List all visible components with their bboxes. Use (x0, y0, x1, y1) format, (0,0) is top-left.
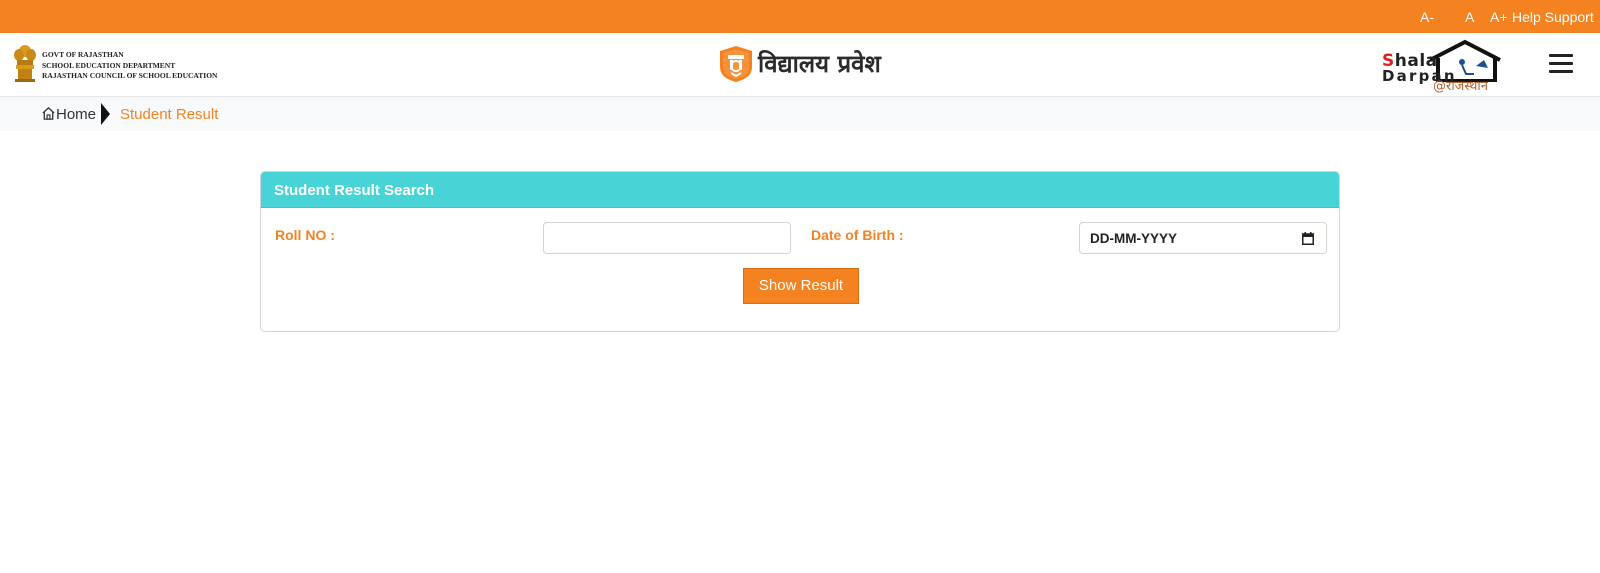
dob-label: Date of Birth : (811, 227, 904, 243)
show-result-button[interactable]: Show Result (743, 268, 859, 304)
vidyalaya-pravesh-logo-icon[interactable] (717, 45, 755, 83)
govt-line-2: SCHOOL EDUCATION DEPARTMENT (42, 60, 176, 70)
govt-text-block: GOVT OF RAJASTHAN SCHOOL EDUCATION DEPAR… (42, 50, 217, 82)
top-bar: A- A A+ Help Support (0, 0, 1600, 33)
dob-value: DD-MM-YYYY (1090, 231, 1177, 246)
font-normal-button[interactable]: A (1465, 9, 1474, 25)
font-increase-button[interactable]: A+ (1490, 9, 1508, 25)
hamburger-line (1549, 62, 1573, 65)
hamburger-menu-icon[interactable] (1549, 54, 1573, 74)
chevron-right-icon (101, 103, 110, 125)
govt-line-3: RAJASTHAN COUNCIL OF SCHOOL EDUCATION (42, 71, 218, 80)
card-title: Student Result Search (274, 182, 435, 199)
hamburger-line (1549, 70, 1573, 73)
hamburger-line (1549, 54, 1573, 57)
breadcrumb: Home Student Result (0, 97, 1600, 131)
breadcrumb-home-link[interactable]: Home (56, 106, 96, 123)
student-result-search-card: Student Result Search Roll NO : Date of … (260, 171, 1340, 332)
roll-no-label: Roll NO : (275, 227, 335, 243)
font-decrease-button[interactable]: A- (1420, 9, 1434, 25)
roll-no-input[interactable] (543, 222, 791, 254)
rajasthan-text: @राजस्थान (1433, 79, 1489, 94)
national-emblem-icon (14, 45, 36, 82)
home-icon[interactable] (41, 106, 56, 121)
site-title: विद्यालय प्रवेश (758, 50, 881, 78)
card-header: Student Result Search (261, 172, 1339, 208)
site-header: GOVT OF RAJASTHAN SCHOOL EDUCATION DEPAR… (0, 33, 1600, 97)
breadcrumb-current: Student Result (120, 106, 219, 123)
govt-line-1: GOVT OF RAJASTHAN (42, 50, 124, 59)
help-support-link[interactable]: Help Support (1512, 9, 1594, 25)
calendar-icon[interactable] (1302, 232, 1314, 245)
dob-input[interactable]: DD-MM-YYYY (1079, 222, 1327, 254)
